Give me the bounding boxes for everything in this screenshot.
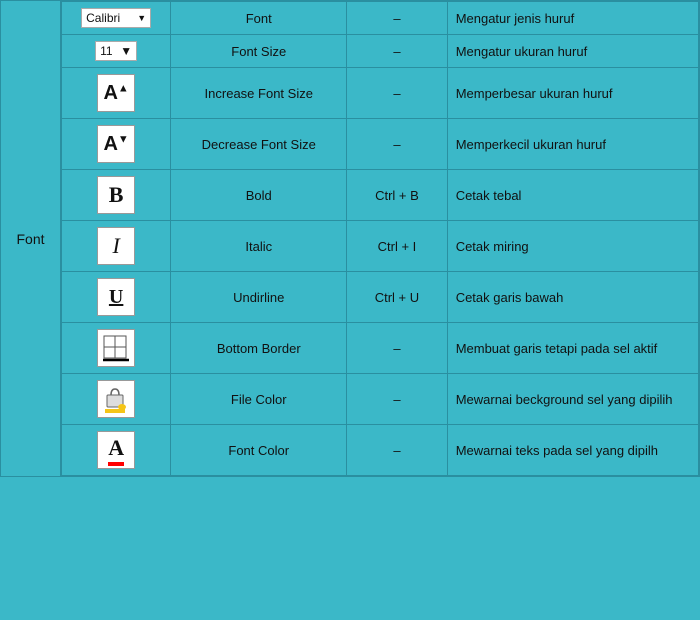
- table-row: I ItalicCtrl + ICetak miring: [62, 221, 699, 272]
- icon-cell: [62, 374, 171, 425]
- icon-cell: A: [62, 425, 171, 476]
- table-row: Bottom Border–Membuat garis tetapi pada …: [62, 323, 699, 374]
- font-color-letter: A: [108, 435, 124, 461]
- feature-name: Increase Font Size: [171, 68, 347, 119]
- border-svg: [102, 334, 130, 362]
- bold-icon[interactable]: B: [97, 176, 135, 214]
- description: Memperkecil ukuran huruf: [447, 119, 698, 170]
- icon-cell: A▲: [62, 68, 171, 119]
- icon-cell: [62, 323, 171, 374]
- table-row: Calibri ▼ Font–Mengatur jenis huruf: [62, 2, 699, 35]
- table-row: B BoldCtrl + BCetak tebal: [62, 170, 699, 221]
- feature-name: Bottom Border: [171, 323, 347, 374]
- shortcut-key: Ctrl + B: [347, 170, 448, 221]
- shortcut-key: –: [347, 425, 448, 476]
- description: Membuat garis tetapi pada sel aktif: [447, 323, 698, 374]
- table-row: A Font Color–Mewarnai teks pada sel yang…: [62, 425, 699, 476]
- icon-cell: I: [62, 221, 171, 272]
- feature-name: File Color: [171, 374, 347, 425]
- description: Mewarnai teks pada sel yang dipilh: [447, 425, 698, 476]
- description: Cetak garis bawah: [447, 272, 698, 323]
- description: Mengatur jenis huruf: [447, 2, 698, 35]
- icon-cell: B: [62, 170, 171, 221]
- icon-cell: A▼: [62, 119, 171, 170]
- font-name: Calibri: [86, 11, 120, 25]
- table-row: A▲ Increase Font Size–Memperbesar ukuran…: [62, 68, 699, 119]
- feature-name: Decrease Font Size: [171, 119, 347, 170]
- size-dropdown[interactable]: 11 ▼: [95, 41, 137, 61]
- increase-font-icon[interactable]: A▲: [97, 74, 135, 112]
- shortcut-key: –: [347, 119, 448, 170]
- description: Cetak tebal: [447, 170, 698, 221]
- description: Mewarnai beckground sel yang dipilih: [447, 374, 698, 425]
- bottom-border-icon[interactable]: [97, 329, 135, 367]
- file-color-icon[interactable]: [97, 380, 135, 418]
- font-color-icon[interactable]: A: [97, 431, 135, 469]
- table-row: U UndirlineCtrl + UCetak garis bawah: [62, 272, 699, 323]
- size-value: 11: [100, 44, 112, 58]
- description: Mengatur ukuran huruf: [447, 35, 698, 68]
- shortcut-key: –: [347, 2, 448, 35]
- group-label: Font: [1, 1, 61, 477]
- decrease-font-icon[interactable]: A▼: [97, 125, 135, 163]
- description: Memperbesar ukuran huruf: [447, 68, 698, 119]
- underline-icon[interactable]: U: [97, 278, 135, 316]
- main-table: Font Calibri ▼ Font–Mengatur jenis huruf…: [0, 0, 700, 477]
- description: Cetak miring: [447, 221, 698, 272]
- shortcut-key: –: [347, 68, 448, 119]
- fill-color-svg: [101, 383, 131, 415]
- feature-name: Undirline: [171, 272, 347, 323]
- feature-name: Font Size: [171, 35, 347, 68]
- icon-cell: U: [62, 272, 171, 323]
- icon-cell: Calibri ▼: [62, 2, 171, 35]
- shortcut-key: –: [347, 374, 448, 425]
- table-row: 11 ▼ Font Size–Mengatur ukuran huruf: [62, 35, 699, 68]
- font-dropdown[interactable]: Calibri ▼: [81, 8, 151, 28]
- feature-name: Font Color: [171, 425, 347, 476]
- table-row: A▼ Decrease Font Size–Memperkecil ukuran…: [62, 119, 699, 170]
- dropdown-arrow: ▼: [137, 13, 146, 23]
- shortcut-key: –: [347, 323, 448, 374]
- shortcut-key: Ctrl + U: [347, 272, 448, 323]
- font-color-bar: [108, 462, 124, 466]
- shortcut-key: Ctrl + I: [347, 221, 448, 272]
- feature-name: Bold: [171, 170, 347, 221]
- feature-name: Font: [171, 2, 347, 35]
- table-row: File Color–Mewarnai beckground sel yang …: [62, 374, 699, 425]
- shortcut-key: –: [347, 35, 448, 68]
- items-table: Calibri ▼ Font–Mengatur jenis huruf 11 ▼…: [61, 1, 699, 476]
- dropdown-arrow: ▼: [120, 44, 132, 58]
- italic-icon[interactable]: I: [97, 227, 135, 265]
- icon-cell: 11 ▼: [62, 35, 171, 68]
- feature-name: Italic: [171, 221, 347, 272]
